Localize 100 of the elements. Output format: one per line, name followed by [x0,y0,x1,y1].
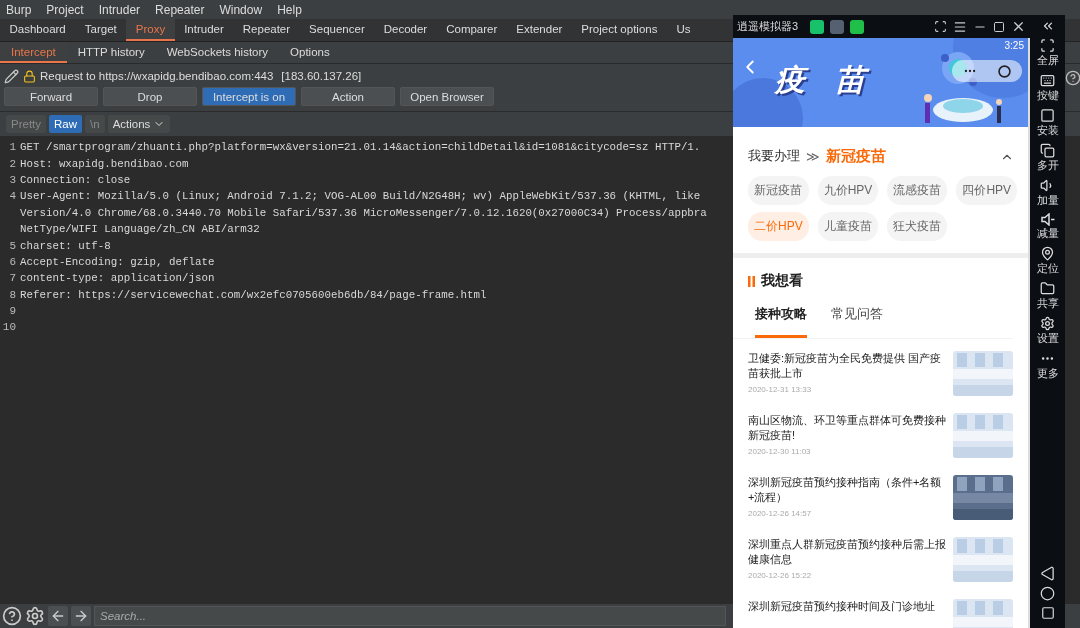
menu-item[interactable]: Burp [6,2,32,17]
code-line: Referer: https://servicewechat.com/wx2efc0705600eb6db/84/page-frame.html [20,288,487,301]
toolbar-button[interactable]: Forward [4,87,98,106]
actions-menu[interactable]: Actions [107,115,171,133]
sidebar-button[interactable]: 设置 [1036,316,1059,346]
section-mark-icon [748,275,755,287]
toolbar-button[interactable]: Intercept is on [202,87,296,106]
line-number: 1 [8,141,17,154]
view-tab[interactable]: Raw [49,115,83,133]
target-icon [998,64,1012,78]
sidebar-button[interactable]: 减量 [1036,213,1059,241]
capsule-button[interactable] [952,60,1022,82]
code-line: content-type: application/json [20,272,215,285]
menu-item[interactable]: Project [46,2,84,17]
category-chip[interactable]: 四价HPV [956,176,1018,205]
recents-icon[interactable] [1040,606,1055,620]
article-title: 深圳新冠疫苗预约接种时间及门诊地址 [748,599,936,614]
article-item[interactable]: 深圳新冠疫苗预约接种指南（条件+名额+流程） 2020-12-26 14:57 [733,463,1028,525]
category-chip[interactable]: 流感疫苗 [887,176,948,205]
menu-icon[interactable] [953,19,967,34]
category-chip[interactable]: 狂犬疫苗 [887,212,948,241]
sidebar-button[interactable]: 定位 [1036,246,1059,276]
tab[interactable]: WebSockets history [155,42,280,63]
line-number: 2 [8,157,17,170]
tab[interactable]: Dashboard [0,19,76,41]
sidebar-button[interactable]: 全屏 [1036,38,1059,68]
sidebar-button[interactable]: 多开 [1036,143,1059,173]
code-line: NetType/WIFI Language/zh_CN ABI/arm32 [20,223,260,236]
code-line: Connection: close [20,173,131,186]
section-title: 我想看 [761,272,803,290]
location-icon [1040,246,1055,261]
line-number: 6 [8,255,17,268]
tab[interactable]: Extender [506,19,572,41]
current-category: 新冠疫苗 [826,147,887,166]
tab[interactable]: Options [279,42,341,63]
article-date: 2020-12-31 13:33 [748,385,813,394]
toolbar-button[interactable]: Drop [103,87,197,106]
banner-title: 疫 苗 [773,60,871,100]
tab[interactable]: Decoder [374,19,437,41]
line-number: 3 [8,173,17,186]
line-number: 4 [8,190,17,203]
menu-item[interactable]: Intruder [98,2,141,17]
tab[interactable]: Sequencer [299,19,375,41]
article-item[interactable]: 深圳重点人群新冠疫苗预约接种后需上报健康信息 2020-12-26 15:22 [733,525,1028,587]
app-icon[interactable] [810,19,825,34]
menu-item[interactable]: Repeater [155,2,205,17]
back-icon[interactable] [1040,566,1055,581]
tab[interactable]: HTTP history [66,42,156,63]
code-line: Version/4.0 Chrome/68.0.3440.70 Mobile Safari/537.36 MicroMessenger/7.0.12.1620(0x27000C34) Process/appbra [20,206,707,219]
code-line: GET /smartprogram/zhuanti.php?platform=wx&version=21.01.14&action=childDetail&id=1081&citycode=sz HTTP/1. [20,141,701,154]
back-button[interactable] [48,606,68,626]
menu-item[interactable]: Window [219,2,263,17]
app-icon[interactable] [850,19,865,34]
tab[interactable]: 接种攻略 [755,300,807,338]
screenshot-icon[interactable] [934,20,947,33]
sidebar-button[interactable]: 安装 [1036,108,1059,138]
article-item[interactable]: 南山区物流、环卫等重点群体可免费接种新冠疫苗! 2020-12-30 11:03 [733,401,1028,463]
line-number: 7 [8,272,17,285]
maximize-icon[interactable] [993,20,1005,33]
tab[interactable]: Us [666,19,700,41]
article-item[interactable]: 深圳新冠疫苗预约接种时间及门诊地址 [733,587,1028,628]
line-number: 10 [1,321,17,334]
forward-button[interactable] [71,606,91,626]
settings-icon [1040,316,1055,331]
toolbar-button[interactable]: Open Browser [400,87,494,106]
help-icon[interactable] [2,606,22,626]
category-chip[interactable]: 九价HPV [817,176,879,205]
article-title: 深圳重点人群新冠疫苗预约接种后需上报健康信息 [748,537,947,567]
close-icon[interactable] [1011,19,1026,34]
tab[interactable]: Proxy [126,19,175,41]
category-chip[interactable]: 儿童疫苗 [817,212,879,241]
help-icon[interactable] [1065,70,1080,86]
article-date: 2020-12-26 15:22 [748,571,813,580]
search-field[interactable]: Search... [94,606,726,626]
settings-icon[interactable] [25,606,45,626]
tab[interactable]: Comparer [436,19,507,41]
category-chip[interactable]: 新冠疫苗 [748,176,809,205]
line-number: 8 [8,288,17,301]
handle-label: 我要办理 [748,148,800,165]
tab[interactable]: Repeater [233,19,300,41]
article-title: 卫健委:新冠疫苗为全民免费提供 国产疫苗获批上市 [748,351,943,381]
menu-item[interactable]: Help [277,2,302,17]
article-item[interactable]: 卫健委:新冠疫苗为全民免费提供 国产疫苗获批上市 2020-12-31 13:33 [733,339,1028,401]
request-ip: [183.60.137.26] [281,70,362,82]
toolbar-button[interactable]: Action [301,87,395,106]
folder-icon [1040,281,1055,296]
sidebar-button[interactable]: 加量 [1036,178,1059,208]
line-number: 9 [8,305,17,318]
tab[interactable]: Target [75,19,127,41]
fullscreen-icon [1040,38,1055,53]
edit-icon [4,68,19,84]
request-url: Request to https://wxapidg.bendibao.com:443 [40,70,274,82]
sidebar-button[interactable]: 更多 [1036,351,1059,381]
sidebar-button[interactable]: 按键 [1036,73,1059,103]
tab[interactable]: 常见问答 [831,300,883,338]
tab[interactable]: Project options [571,19,667,41]
home-icon[interactable] [1040,586,1055,601]
sidebar-button[interactable]: 共享 [1036,281,1059,311]
tab[interactable]: Intruder [174,19,234,41]
article-date: 2020-12-26 14:57 [748,509,813,518]
